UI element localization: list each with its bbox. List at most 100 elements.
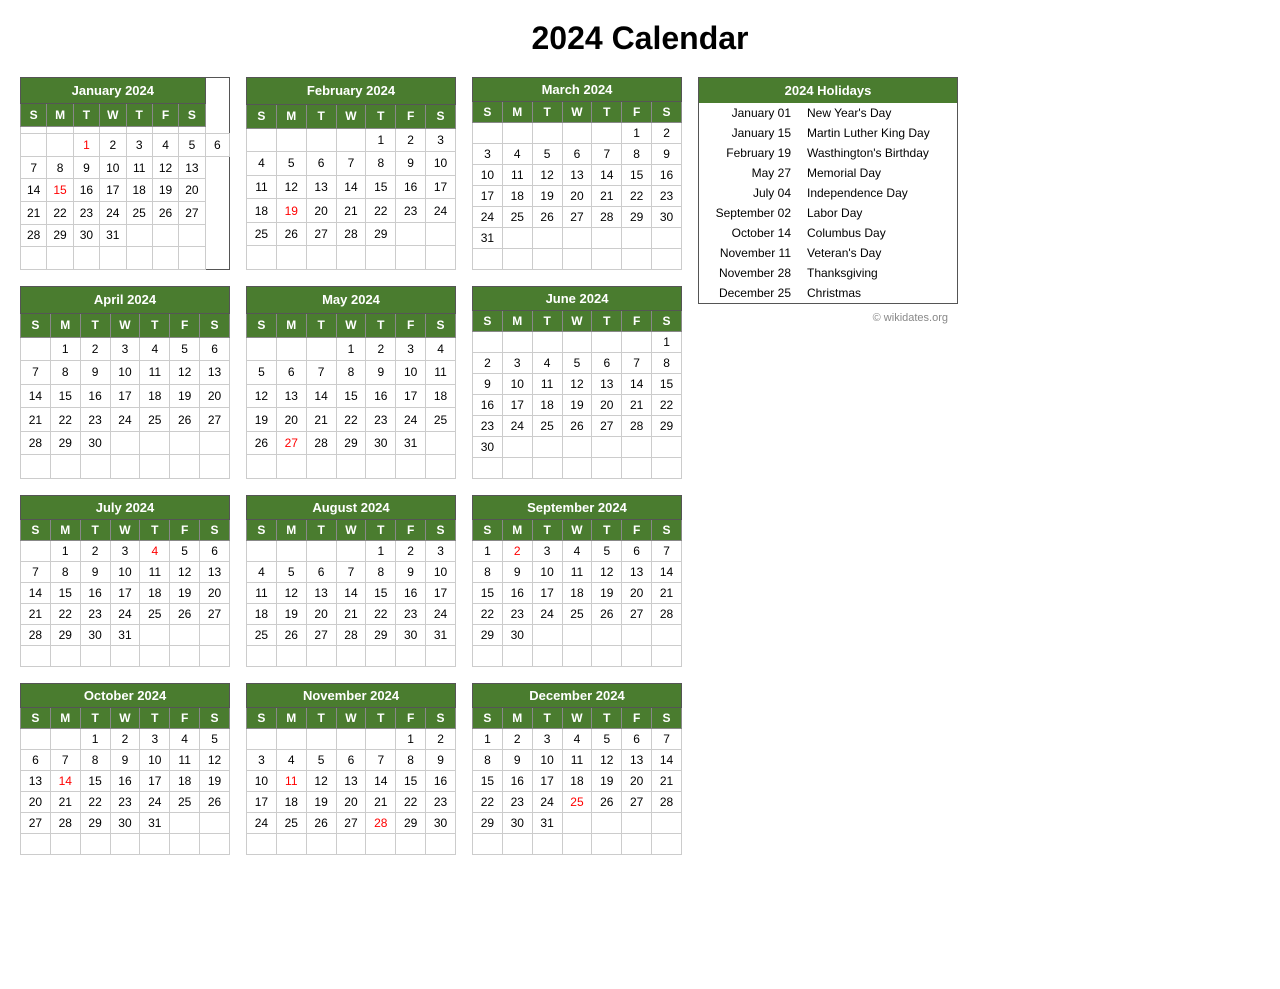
- day-cell: 12: [200, 750, 230, 771]
- day-cell: [47, 126, 73, 134]
- day-cell: [170, 455, 200, 479]
- week-row: 6789101112: [21, 750, 230, 771]
- day-cell: [170, 813, 200, 834]
- month-name: February 2024: [247, 78, 456, 105]
- day-cell: [276, 337, 306, 361]
- day-cell: [306, 128, 336, 152]
- day-cell: 20: [306, 199, 336, 223]
- day-header: F: [170, 520, 200, 541]
- day-cell: 19: [170, 384, 200, 408]
- day-cell: [652, 228, 682, 249]
- day-cell: 23: [80, 408, 110, 432]
- day-cell: [100, 126, 126, 134]
- day-cell: [247, 337, 277, 361]
- day-header: S: [652, 520, 682, 541]
- day-cell: 24: [247, 813, 277, 834]
- week-row: 1234: [247, 337, 456, 361]
- day-cell: 12: [562, 374, 592, 395]
- day-cell: [170, 431, 200, 455]
- day-cell: [426, 834, 456, 855]
- day-header: M: [50, 313, 80, 337]
- day-header: W: [562, 311, 592, 332]
- day-cell: [80, 646, 110, 667]
- week-row: 20212223242526: [21, 792, 230, 813]
- day-header: T: [366, 104, 396, 128]
- day-cell: 15: [50, 384, 80, 408]
- day-cell: 26: [276, 222, 306, 246]
- day-cell: 3: [247, 750, 277, 771]
- day-cell: 29: [366, 222, 396, 246]
- day-cell: 10: [426, 562, 456, 583]
- holiday-date: September 02: [699, 203, 799, 223]
- day-cell: 7: [652, 541, 682, 562]
- day-cell: 11: [276, 771, 306, 792]
- day-cell: 14: [652, 562, 682, 583]
- day-cell: [247, 246, 277, 270]
- day-header: F: [396, 520, 426, 541]
- day-cell: [247, 128, 277, 152]
- day-header: S: [426, 104, 456, 128]
- day-cell: 30: [80, 431, 110, 455]
- day-cell: [592, 834, 622, 855]
- month-calendar-11: November 2024SMTWTFS12345678910111213141…: [246, 683, 456, 855]
- day-header: T: [592, 520, 622, 541]
- month-calendar-10: October 2024SMTWTFS123456789101112131415…: [20, 683, 230, 855]
- day-cell: 17: [110, 583, 140, 604]
- day-header: T: [306, 520, 336, 541]
- day-cell: 15: [336, 384, 366, 408]
- page-title: 2024 Calendar: [20, 20, 1260, 57]
- day-cell: 5: [562, 353, 592, 374]
- day-cell: 4: [502, 144, 532, 165]
- day-header: F: [396, 104, 426, 128]
- holiday-name: Wasthington's Birthday: [799, 143, 957, 163]
- day-cell: 30: [502, 813, 532, 834]
- day-cell: [562, 332, 592, 353]
- week-row: 1234567: [473, 541, 682, 562]
- day-cell: 25: [562, 604, 592, 625]
- day-cell: [366, 246, 396, 270]
- day-cell: [532, 646, 562, 667]
- holiday-row: November 11Veteran's Day: [699, 243, 957, 263]
- week-row: 16171819202122: [473, 395, 682, 416]
- month-name: August 2024: [247, 496, 456, 520]
- day-cell: 27: [179, 201, 205, 224]
- day-cell: 8: [473, 750, 503, 771]
- week-row: 9101112131415: [473, 374, 682, 395]
- day-cell: [200, 813, 230, 834]
- day-cell: [152, 126, 178, 134]
- day-cell: 8: [473, 562, 503, 583]
- day-cell: [532, 123, 562, 144]
- day-cell: [502, 437, 532, 458]
- day-cell: 2: [502, 729, 532, 750]
- day-header: S: [200, 708, 230, 729]
- day-cell: 7: [622, 353, 652, 374]
- day-cell: 6: [306, 152, 336, 176]
- week-row: 28293031: [21, 625, 230, 646]
- day-cell: 12: [276, 583, 306, 604]
- day-cell: 23: [502, 604, 532, 625]
- week-row: 17181920212223: [247, 792, 456, 813]
- day-cell: 22: [396, 792, 426, 813]
- day-header: T: [532, 311, 562, 332]
- week-row: 15161718192021: [473, 771, 682, 792]
- day-cell: 19: [152, 179, 178, 202]
- day-cell: 31: [532, 813, 562, 834]
- day-cell: 18: [247, 199, 277, 223]
- day-cell: 13: [200, 562, 230, 583]
- day-cell: 23: [73, 201, 99, 224]
- day-cell: 7: [50, 750, 80, 771]
- day-cell: 4: [562, 729, 592, 750]
- day-cell: 28: [652, 792, 682, 813]
- day-cell: 22: [473, 792, 503, 813]
- day-cell: 9: [73, 156, 99, 179]
- day-cell: 14: [336, 583, 366, 604]
- day-cell: 20: [306, 604, 336, 625]
- week-row: 12345: [21, 729, 230, 750]
- day-cell: [366, 455, 396, 479]
- day-cell: [473, 123, 503, 144]
- week-row: 22232425262728: [473, 604, 682, 625]
- day-cell: [336, 455, 366, 479]
- day-cell: 30: [652, 207, 682, 228]
- day-cell: [247, 834, 277, 855]
- day-header: S: [21, 520, 51, 541]
